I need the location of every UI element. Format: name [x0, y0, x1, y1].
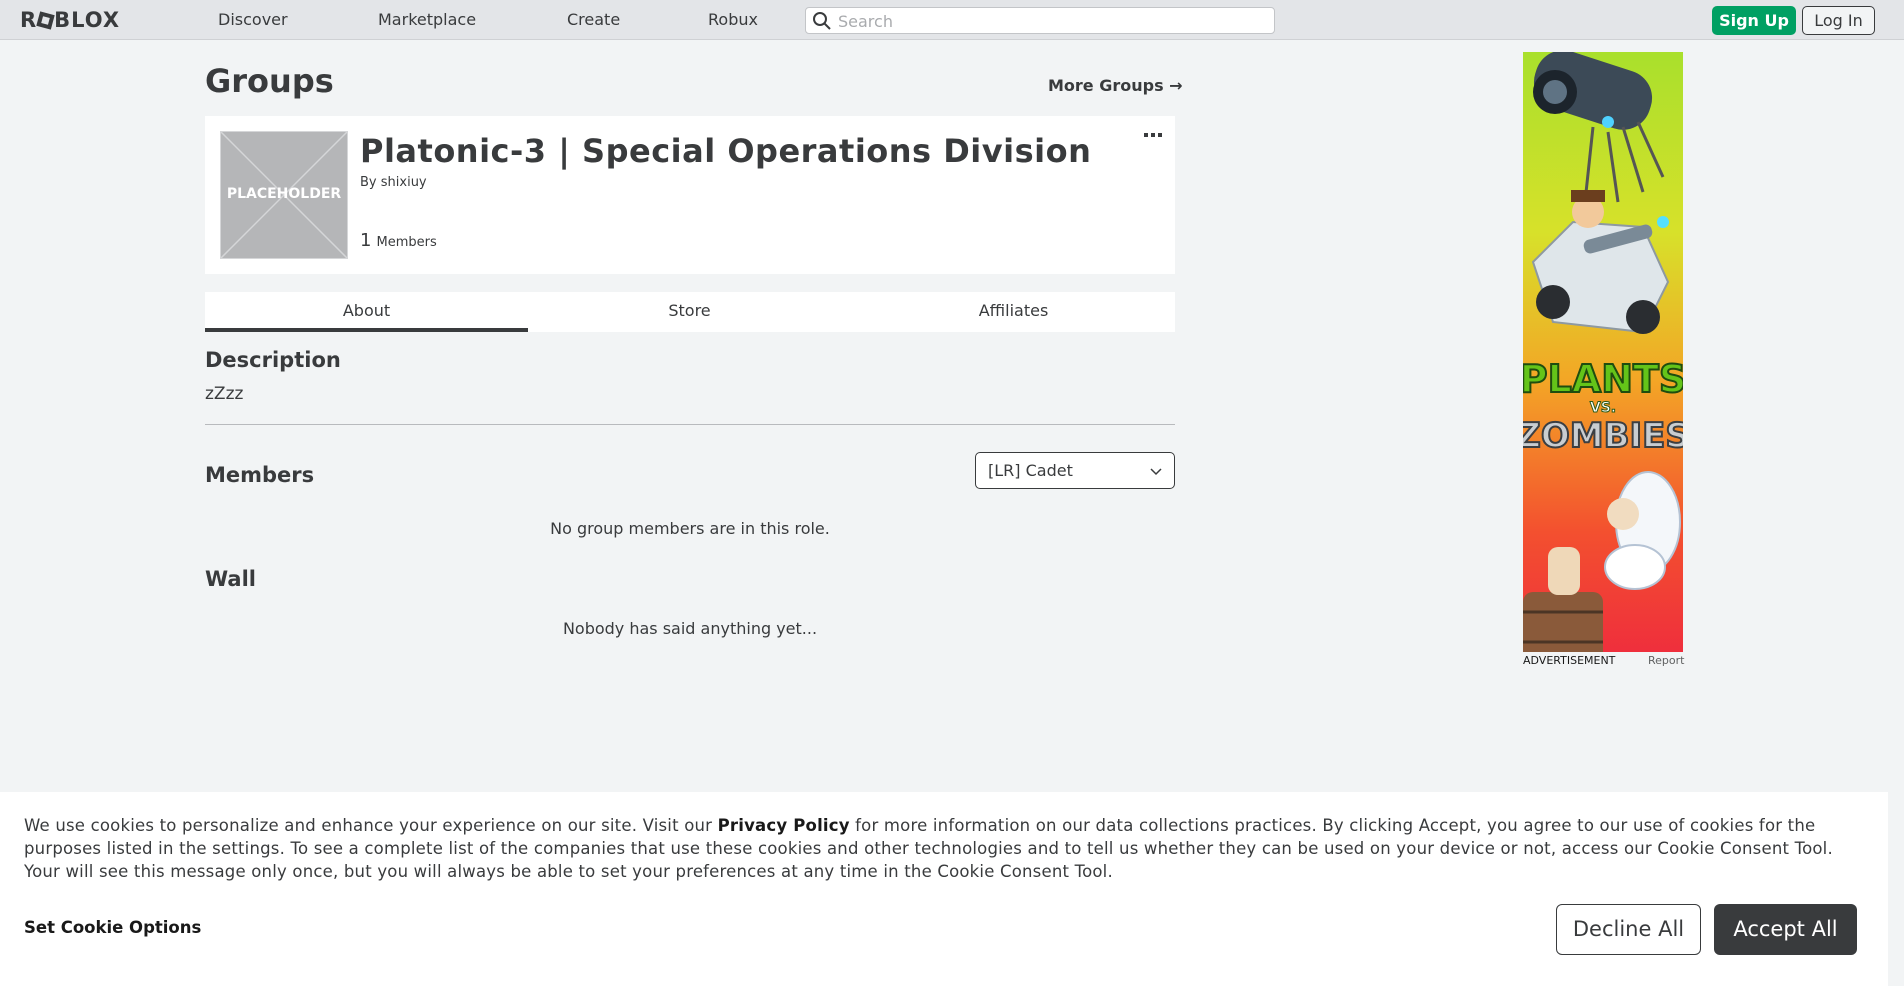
search-box [805, 7, 1275, 34]
group-emblem-image: PLACEHOLDER [220, 131, 348, 259]
decline-all-button[interactable]: Decline All [1556, 904, 1701, 955]
placeholder-label: PLACEHOLDER [226, 186, 342, 202]
tab-affiliates[interactable]: Affiliates [852, 292, 1175, 332]
advertisement-label: ADVERTISEMENT [1523, 654, 1616, 667]
page-title: Groups [205, 62, 334, 100]
sign-up-button[interactable]: Sign Up [1712, 6, 1796, 35]
ad-title-line2: ZOMBIES [1523, 416, 1683, 456]
section-divider [205, 424, 1175, 425]
members-empty-message: No group members are in this role. [550, 519, 830, 538]
description-heading: Description [205, 348, 341, 372]
accept-all-button[interactable]: Accept All [1714, 904, 1857, 955]
roblox-logo[interactable]: R BLOX [20, 8, 120, 32]
description-text: zZzz [205, 384, 244, 404]
member-label: Members [376, 235, 437, 250]
log-in-button[interactable]: Log In [1802, 6, 1875, 35]
role-selected-value: [LR] Cadet [988, 461, 1073, 480]
nav-marketplace[interactable]: Marketplace [378, 0, 476, 40]
tab-about[interactable]: About [205, 292, 528, 332]
scrollbar[interactable] [1888, 40, 1904, 986]
wall-empty-message: Nobody has said anything yet... [562, 619, 818, 638]
owner-prefix: By [360, 175, 377, 190]
owner-link[interactable]: shixiuy [381, 175, 427, 190]
group-name: Platonic-3 | Special Operations Division [360, 132, 1092, 170]
members-heading: Members [205, 463, 315, 487]
cookie-text-intro: We use cookies to personalize and enhanc… [24, 816, 718, 835]
search-input[interactable] [838, 10, 1268, 32]
tab-store[interactable]: Store [528, 292, 851, 332]
group-owner-line: By shixiuy [360, 175, 427, 190]
role-dropdown[interactable]: [LR] Cadet [975, 452, 1175, 489]
privacy-policy-link[interactable]: Privacy Policy [718, 816, 850, 835]
member-count: 1 [360, 230, 372, 251]
chevron-down-icon [1150, 468, 1162, 476]
ad-title-line1: PLANTS [1523, 357, 1683, 401]
nav-create[interactable]: Create [567, 0, 620, 40]
wall-heading: Wall [205, 567, 256, 591]
cookie-message: We use cookies to personalize and enhanc… [24, 814, 1864, 883]
group-tabs: About Store Affiliates [205, 292, 1175, 332]
ad-report-link[interactable]: Report [1648, 654, 1684, 667]
advertisement-artwork: PLANTS VS. ZOMBIES [1523, 52, 1683, 652]
advertisement-banner[interactable]: PLANTS VS. ZOMBIES [1523, 52, 1683, 652]
group-header-card: PLACEHOLDER Platonic-3 | Special Operati… [205, 116, 1175, 274]
member-count-line: 1 Members [360, 230, 437, 251]
search-icon [813, 12, 831, 30]
more-groups-link[interactable]: More Groups → [1048, 76, 1183, 95]
nav-discover[interactable]: Discover [218, 0, 288, 40]
top-navigation-bar: R BLOX Discover Marketplace Create Robux … [0, 0, 1904, 40]
set-cookie-options-link[interactable]: Set Cookie Options [24, 918, 201, 937]
ad-title-vs: VS. [1590, 400, 1616, 416]
more-options-icon[interactable] [1144, 131, 1162, 139]
nav-robux[interactable]: Robux [708, 0, 758, 40]
cookie-consent-banner: We use cookies to personalize and enhanc… [0, 792, 1888, 986]
